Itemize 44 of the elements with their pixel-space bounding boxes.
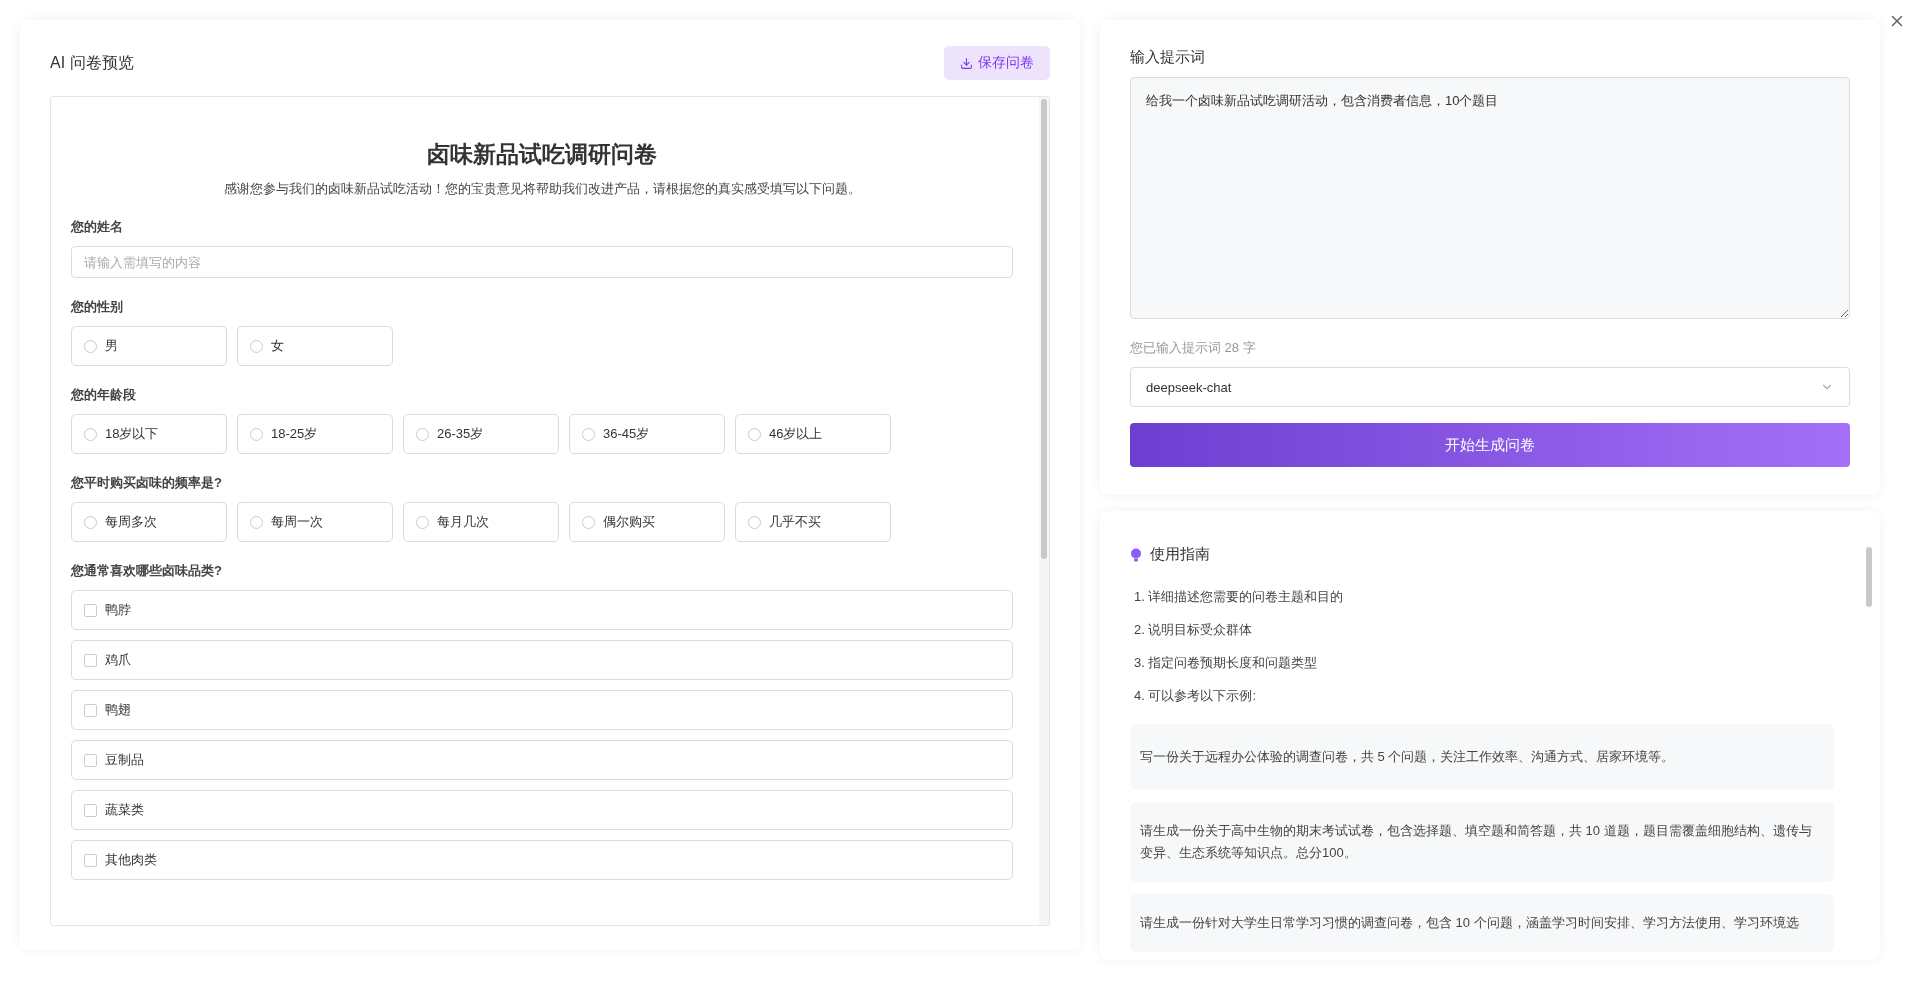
model-select[interactable]: deepseek-chat — [1130, 367, 1850, 407]
radio-option[interactable]: 每月几次 — [403, 502, 559, 542]
survey-title: 卤味新品试吃调研问卷 — [426, 140, 658, 169]
example-prompt[interactable]: 请生成一份针对大学生日常学习习惯的调查问卷，包含 10 个问题，涵盖学习时间安排、学习方法使用、学习环境选 — [1130, 894, 1834, 952]
guide-title: 使用指南 — [1150, 545, 1210, 564]
input-field[interactable]: 请输入需填写的内容 — [71, 246, 1013, 278]
radio-option[interactable]: 偶尔购买 — [569, 502, 725, 542]
scrollbar[interactable] — [1039, 97, 1049, 925]
radio-option[interactable]: 每周一次 — [237, 502, 393, 542]
char-count: 您已输入提示词 28 字 — [1130, 339, 1257, 357]
example-prompt[interactable]: 请生成一份关于高中生物的期末考试试卷，包含选择题、填空题和简答题，共 10 道题，题目需覆盖细胞结构、遗传与变异、生态系统等知识点。总分100。 — [1130, 802, 1834, 882]
checkbox-option[interactable]: 鸡爪 — [71, 640, 1013, 680]
radio-option[interactable]: 18-25岁 — [237, 414, 393, 454]
generate-button[interactable]: 开始生成问卷 — [1130, 423, 1850, 467]
checkbox-option[interactable]: 鸭脖 — [71, 590, 1013, 630]
radio-option[interactable]: 几乎不买 — [735, 502, 891, 542]
radio-option[interactable]: 每周多次 — [71, 502, 227, 542]
radio-option[interactable]: 18岁以下 — [71, 414, 227, 454]
checkbox-option[interactable]: 豆制品 — [71, 740, 1013, 780]
question-label: 您的性别 — [71, 298, 124, 316]
question-label: 您通常喜欢哪些卤味品类? — [71, 562, 223, 580]
checkbox-option[interactable]: 蔬菜类 — [71, 790, 1013, 830]
panel-title: AI 问卷预览 — [50, 52, 134, 73]
radio-option[interactable]: 46岁以上 — [735, 414, 891, 454]
lightbulb-icon — [1130, 547, 1142, 562]
question-label: 您的姓名 — [71, 218, 124, 236]
save-button[interactable]: 保存问卷 — [944, 46, 1050, 80]
download-icon — [960, 56, 973, 70]
survey-description: 感谢您参与我们的卤味新品试吃活动！您的宝贵意见将帮助我们改进产品，请根据您的真实感受填写以下问题。 — [222, 180, 862, 198]
prompt-label: 输入提示词 — [1130, 48, 1206, 67]
guide-step: 1. 详细描述您需要的问卷主题和目的 — [1130, 580, 1834, 613]
question-label: 您平时购买卤味的频率是? — [71, 474, 223, 492]
radio-option[interactable]: 男 — [71, 326, 227, 366]
radio-option[interactable]: 26-35岁 — [403, 414, 559, 454]
radio-option[interactable]: 女 — [237, 326, 393, 366]
checkbox-option[interactable]: 鸭翅 — [71, 690, 1013, 730]
guide-step: 3. 指定问卷预期长度和问题类型 — [1130, 646, 1834, 679]
guide-step: 4. 可以参考以下示例: — [1130, 679, 1834, 712]
example-prompt[interactable]: 写一份关于远程办公体验的调查问卷，共 5 个问题，关注工作效率、沟通方式、居家环境等。 — [1130, 724, 1834, 790]
guide-step: 2. 说明目标受众群体 — [1130, 613, 1834, 646]
question-label: 您的年龄段 — [71, 386, 137, 404]
prompt-input[interactable]: 给我一个卤味新品试吃调研活动，包含消费者信息，10个题目 — [1130, 77, 1850, 319]
checkbox-option[interactable]: 其他肉类 — [71, 840, 1013, 880]
radio-option[interactable]: 36-45岁 — [569, 414, 725, 454]
